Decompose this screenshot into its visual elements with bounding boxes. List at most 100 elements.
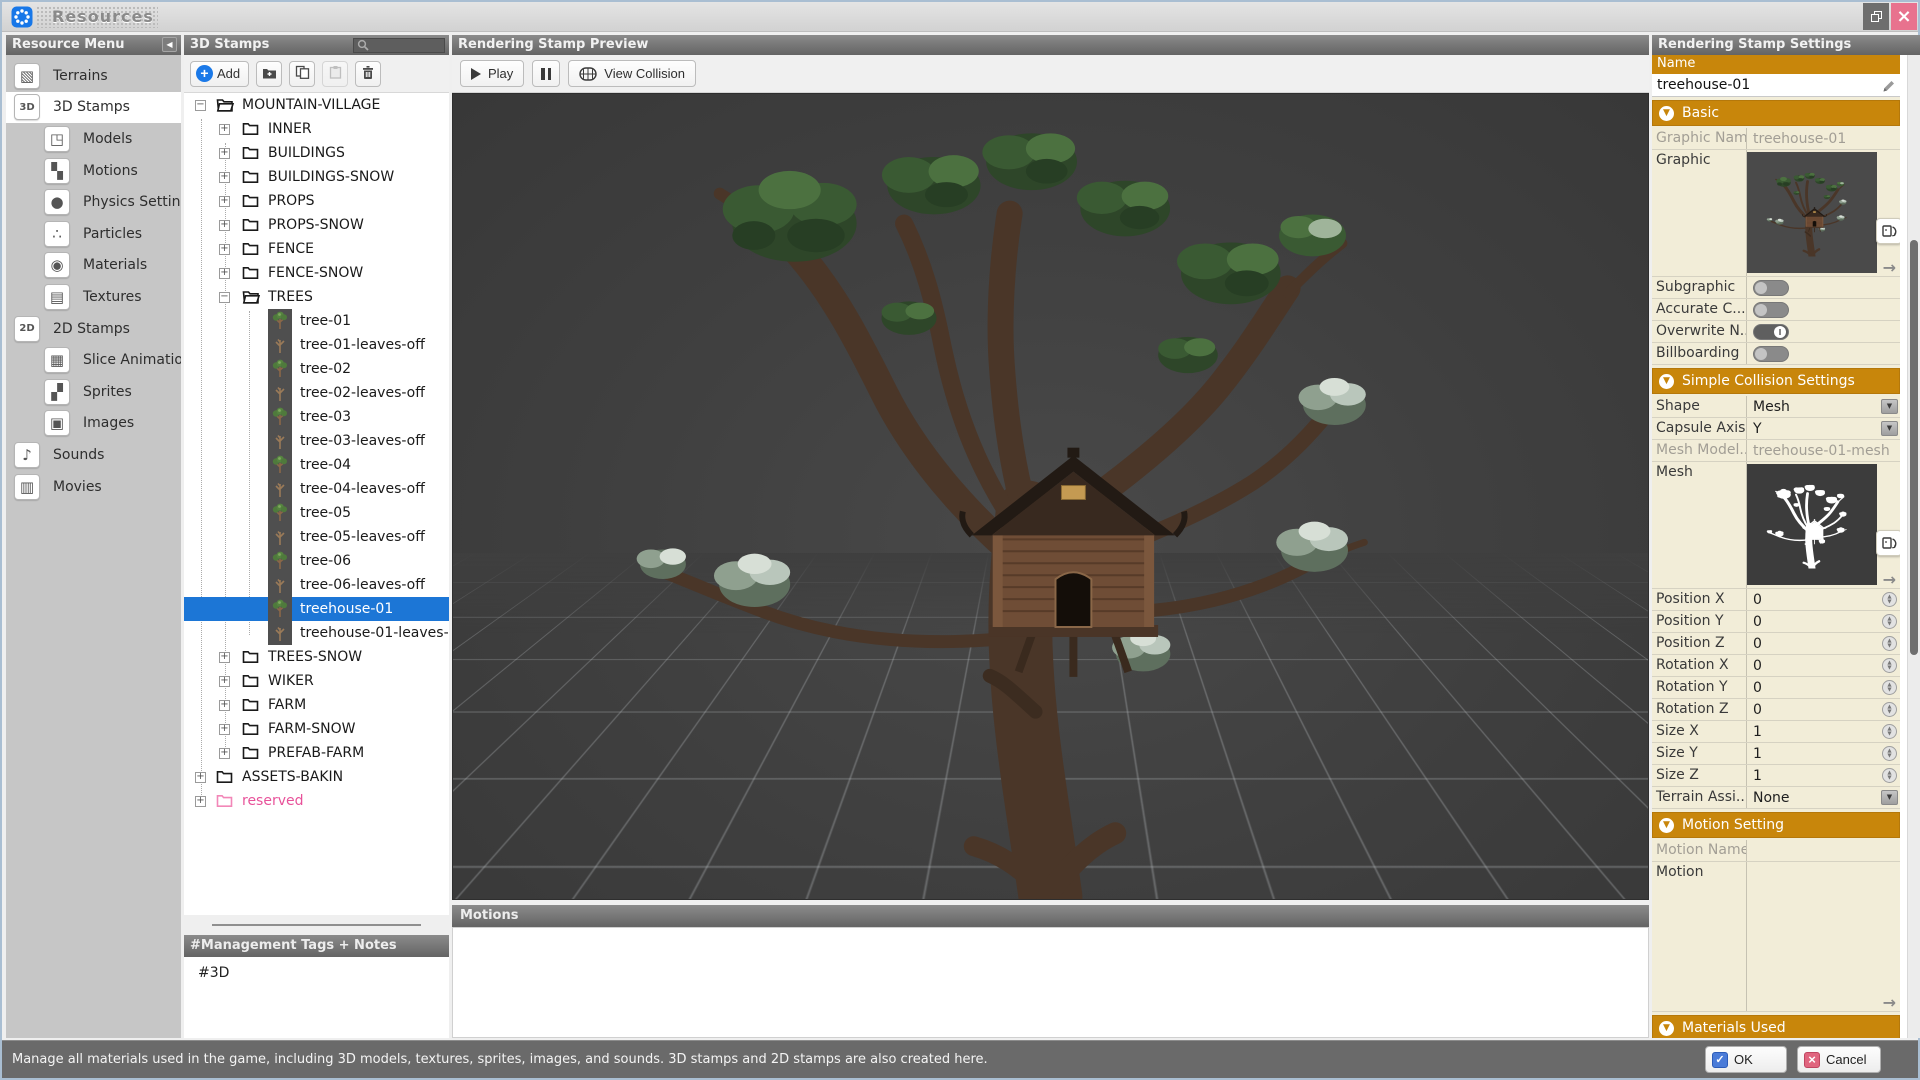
sidebar-item-motions[interactable]: ▚Motions	[6, 155, 181, 187]
dropdown-button[interactable]: ▼	[1881, 421, 1898, 436]
scrollbar-thumb[interactable]	[1910, 240, 1918, 655]
ok-button[interactable]: ✓ OK	[1705, 1046, 1787, 1073]
sidebar-item-sounds[interactable]: ♪Sounds	[6, 439, 181, 471]
sidebar-item-models[interactable]: ◳Models	[6, 123, 181, 155]
tree-folder-buildings[interactable]: +BUILDINGS	[184, 141, 449, 165]
spinner-button[interactable]: ▲▼	[1882, 658, 1897, 673]
swap-model-icon[interactable]	[1876, 530, 1900, 556]
expand-icon[interactable]: +	[219, 268, 230, 279]
spinner-button[interactable]: ▲▼	[1882, 636, 1897, 651]
tree-folder-mountain-village[interactable]: −MOUNTAIN-VILLAGE	[184, 93, 449, 117]
3d-viewport[interactable]	[452, 93, 1649, 900]
swap-model-icon[interactable]	[1876, 218, 1900, 244]
spinner-button[interactable]: ▲▼	[1882, 592, 1897, 607]
expand-icon[interactable]: +	[195, 772, 206, 783]
open-detail-arrow-icon[interactable]: →	[1883, 995, 1896, 1011]
treehouse-silhouette-thumbnail[interactable]	[1747, 464, 1877, 585]
spinner-button[interactable]: ▲▼	[1882, 702, 1897, 717]
sidebar-item-materials[interactable]: ◉Materials	[6, 250, 181, 282]
tree-folder-trees[interactable]: −TREES	[184, 285, 449, 309]
expand-icon[interactable]: +	[195, 796, 206, 807]
expand-icon[interactable]: +	[219, 676, 230, 687]
section-header-simple-collision-settings[interactable]: ▼Simple Collision Settings	[1652, 368, 1900, 394]
search-box[interactable]	[353, 38, 445, 53]
dropdown-button[interactable]: ▼	[1881, 790, 1898, 805]
expand-icon[interactable]: +	[219, 244, 230, 255]
tree-item-tree-05[interactable]: tree-05	[184, 501, 449, 525]
search-input[interactable]	[372, 38, 444, 52]
open-detail-arrow-icon[interactable]: →	[1883, 572, 1896, 588]
sidebar-item-movies[interactable]: ▥Movies	[6, 471, 181, 503]
restore-window-button[interactable]	[1863, 3, 1889, 30]
expand-icon[interactable]: +	[219, 148, 230, 159]
expand-icon[interactable]: +	[219, 124, 230, 135]
tree-folder-props-snow[interactable]: +PROPS-SNOW	[184, 213, 449, 237]
sidebar-item-particles[interactable]: ∴Particles	[6, 218, 181, 250]
expand-icon[interactable]: +	[219, 748, 230, 759]
tree-folder-props[interactable]: +PROPS	[184, 189, 449, 213]
sidebar-item-terrains[interactable]: ▧Terrains	[6, 60, 181, 92]
splitter-handle[interactable]	[184, 915, 449, 935]
tree-item-tree-02-leaves-off[interactable]: tree-02-leaves-off	[184, 381, 449, 405]
tree-folder-fence-snow[interactable]: +FENCE-SNOW	[184, 261, 449, 285]
sidebar-item-physics-settings[interactable]: ●Physics Settings	[6, 186, 181, 218]
expand-icon[interactable]: +	[219, 196, 230, 207]
tree-item-tree-03-leaves-off[interactable]: tree-03-leaves-off	[184, 429, 449, 453]
management-tags-notes[interactable]: #3D	[184, 957, 449, 1038]
sidebar-item-textures[interactable]: ▤Textures	[6, 281, 181, 313]
tree-item-treehouse-01-leaves-off[interactable]: treehouse-01-leaves-off	[184, 621, 449, 645]
delete-button[interactable]	[355, 61, 381, 87]
tree-item-tree-04-leaves-off[interactable]: tree-04-leaves-off	[184, 477, 449, 501]
name-input[interactable]: treehouse-01	[1652, 74, 1900, 97]
open-detail-arrow-icon[interactable]: →	[1883, 260, 1896, 276]
expand-icon[interactable]: +	[219, 700, 230, 711]
tree-item-tree-01-leaves-off[interactable]: tree-01-leaves-off	[184, 333, 449, 357]
spinner-button[interactable]: ▲▼	[1882, 614, 1897, 629]
edit-pencil-icon[interactable]	[1881, 78, 1896, 93]
section-header-motion-setting[interactable]: ▼Motion Setting	[1652, 812, 1900, 838]
section-header-materials-used[interactable]: ▼Materials Used	[1652, 1015, 1900, 1038]
close-window-button[interactable]: ×	[1891, 3, 1917, 30]
expand-icon[interactable]: +	[219, 172, 230, 183]
tree-folder-fence[interactable]: +FENCE	[184, 237, 449, 261]
tree-folder-wiker[interactable]: +WIKER	[184, 669, 449, 693]
tree-item-tree-02[interactable]: tree-02	[184, 357, 449, 381]
section-header-basic[interactable]: ▼Basic	[1652, 100, 1900, 126]
expand-icon[interactable]: +	[219, 220, 230, 231]
tree-item-tree-01[interactable]: tree-01	[184, 309, 449, 333]
toggle-switch[interactable]	[1753, 302, 1789, 318]
sidebar-item-images[interactable]: ▣Images	[6, 408, 181, 440]
tree-item-tree-04[interactable]: tree-04	[184, 453, 449, 477]
pause-button[interactable]	[532, 60, 560, 87]
spinner-button[interactable]: ▲▼	[1882, 724, 1897, 739]
tree-folder-assets-bakin[interactable]: +ASSETS-BAKIN	[184, 765, 449, 789]
sidebar-item-2d-stamps[interactable]: 2D2D Stamps	[6, 313, 181, 345]
spinner-button[interactable]: ▲▼	[1882, 768, 1897, 783]
collapse-icon[interactable]: −	[219, 292, 230, 303]
collapse-sidebar-button[interactable]: ◀	[162, 37, 177, 52]
settings-scrollbar[interactable]	[1907, 55, 1920, 1038]
sidebar-item-3d-stamps[interactable]: 3D3D Stamps	[6, 92, 181, 124]
titlebar[interactable]: Resources ×	[2, 2, 1918, 32]
tree-item-tree-06-leaves-off[interactable]: tree-06-leaves-off	[184, 573, 449, 597]
sidebar-item-slice-animation[interactable]: ▦Slice Animation	[6, 344, 181, 376]
expand-icon[interactable]: +	[219, 724, 230, 735]
expand-icon[interactable]: +	[219, 652, 230, 663]
motions-list[interactable]	[452, 927, 1649, 1038]
tree-folder-buildings-snow[interactable]: +BUILDINGS-SNOW	[184, 165, 449, 189]
tree-folder-reserved[interactable]: +reserved	[184, 789, 449, 813]
spinner-button[interactable]: ▲▼	[1882, 746, 1897, 761]
duplicate-button[interactable]	[289, 61, 315, 87]
tree-folder-prefab-farm[interactable]: +PREFAB-FARM	[184, 741, 449, 765]
tree-folder-farm[interactable]: +FARM	[184, 693, 449, 717]
collapse-icon[interactable]: −	[195, 100, 206, 111]
sidebar-item-sprites[interactable]: ▞Sprites	[6, 376, 181, 408]
dropdown-button[interactable]: ▼	[1881, 399, 1898, 414]
new-folder-button[interactable]	[256, 61, 282, 87]
toggle-switch[interactable]	[1753, 346, 1789, 362]
cancel-button[interactable]: × Cancel	[1797, 1046, 1881, 1073]
treehouse-color-thumbnail[interactable]	[1747, 152, 1877, 273]
tree-item-tree-06[interactable]: tree-06	[184, 549, 449, 573]
paste-button[interactable]	[322, 61, 348, 87]
spinner-button[interactable]: ▲▼	[1882, 680, 1897, 695]
